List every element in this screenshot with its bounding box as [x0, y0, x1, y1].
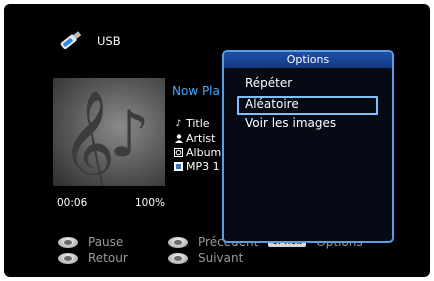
hint-pause-label: Pause — [88, 235, 124, 249]
person-icon — [174, 134, 183, 143]
file-format: MP3 1 — [186, 160, 220, 173]
dialog-title: Options — [224, 52, 392, 68]
hint-back: Retour — [58, 251, 128, 265]
options-dialog: Options Répéter Aléatoire Voir les image… — [222, 50, 394, 243]
usb-stick-icon — [60, 31, 82, 50]
album-row: Album — [174, 146, 221, 159]
back-button-icon — [58, 252, 78, 264]
up-button-icon — [168, 236, 188, 248]
album-name: Album — [186, 146, 222, 159]
screen: USB 𝄞 ♪ Now Pla ♪ Title Artist Album MP3… — [4, 4, 430, 277]
disc-icon — [174, 148, 183, 157]
hint-next: Suivant — [168, 251, 243, 265]
track-title-row: ♪ Title — [174, 117, 210, 130]
format-row: MP3 1 — [174, 160, 220, 173]
artist-name: Artist — [186, 132, 216, 145]
hint-back-label: Retour — [88, 251, 128, 265]
file-format-icon — [174, 162, 183, 171]
svg-text:𝄞: 𝄞 — [61, 89, 115, 186]
menu-item-shuffle[interactable]: Aléatoire — [245, 97, 299, 111]
source-label: USB — [97, 34, 121, 48]
music-note-icon: 𝄞 ♪ — [61, 89, 150, 186]
track-title: Title — [186, 117, 210, 130]
note-icon: ♪ — [175, 118, 182, 129]
hint-next-label: Suivant — [198, 251, 244, 265]
down-button-icon — [168, 252, 188, 264]
elapsed-time: 00:06 — [57, 197, 88, 209]
progress-percent: 100% — [135, 197, 166, 209]
artist-row: Artist — [174, 132, 215, 145]
menu-item-view-images[interactable]: Voir les images — [245, 116, 336, 130]
enter-button-icon — [58, 236, 78, 248]
now-playing-label: Now Pla — [172, 84, 220, 98]
menu-item-repeat[interactable]: Répéter — [245, 76, 292, 90]
svg-text:♪: ♪ — [109, 98, 150, 172]
album-art: 𝄞 ♪ — [53, 78, 165, 186]
hint-pause: Pause — [58, 235, 123, 249]
